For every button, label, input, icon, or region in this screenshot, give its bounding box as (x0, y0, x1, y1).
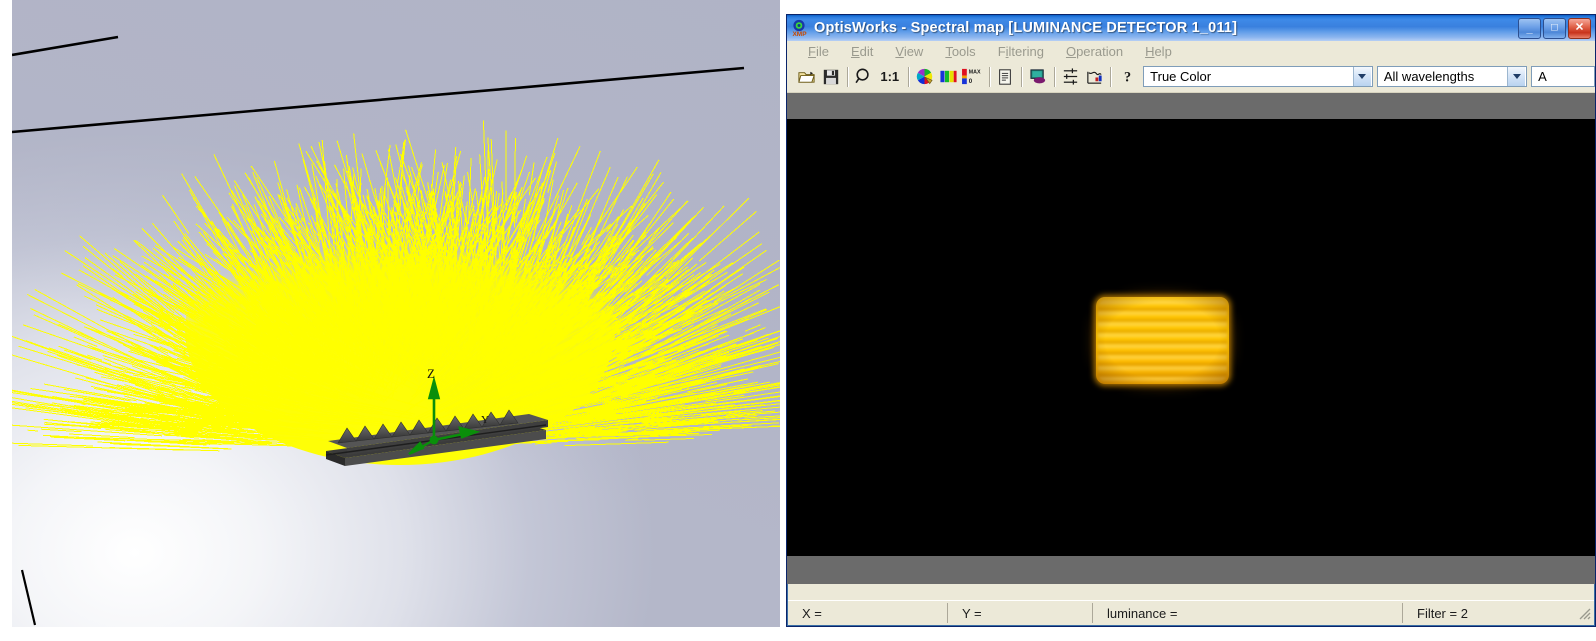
canvas-bottom-band (787, 556, 1595, 584)
raytrace-svg: Z Y (12, 35, 780, 626)
toolbar-separator-1 (846, 66, 848, 87)
status-x: X = (788, 603, 948, 623)
maximize-glyph: □ (1551, 21, 1558, 34)
one-to-one-label[interactable]: 1:1 (875, 69, 904, 84)
save-icon[interactable] (819, 64, 843, 89)
toolbar-separator-3 (988, 66, 990, 87)
help-icon[interactable]: ? (1115, 64, 1139, 89)
resize-grip-icon[interactable] (1576, 605, 1592, 621)
window-titlebar[interactable]: XMP OptisWorks - Spectral map [LUMINANCE… (787, 15, 1595, 41)
status-y: Y = (948, 603, 1093, 623)
color-mode-value: True Color (1150, 69, 1212, 84)
rgb-bars-icon[interactable] (937, 64, 961, 89)
wavelength-value: All wavelengths (1383, 69, 1475, 84)
wavelength-select[interactable]: All wavelengths (1376, 66, 1528, 87)
chevron-down-icon-2[interactable] (1507, 67, 1526, 86)
graph-icon[interactable] (1083, 64, 1107, 89)
minimize-glyph: _ (1526, 23, 1533, 36)
menu-tools[interactable]: Tools (934, 43, 986, 60)
extra-select[interactable]: A (1531, 66, 1595, 87)
menu-edit[interactable]: Edit (840, 43, 884, 60)
svg-text:0: 0 (969, 78, 973, 85)
report-icon[interactable] (993, 64, 1017, 89)
optisworks-window: XMP OptisWorks - Spectral map [LUMINANCE… (786, 14, 1596, 627)
svg-text:XMP: XMP (792, 31, 807, 37)
statusbar: X = Y = luminance = Filter = 2 (788, 600, 1594, 625)
max-min-scale-icon[interactable]: MAX 0 (961, 64, 985, 89)
menubar: File Edit View Tools Filtering Operation… (787, 41, 1595, 61)
color-mode-select[interactable]: True Color (1143, 66, 1373, 87)
luminance-spot-edge-falloff (1096, 297, 1229, 384)
axis-z-label: Z (427, 366, 435, 381)
svg-text:?: ? (1124, 69, 1131, 85)
chevron-down-icon-1[interactable] (1352, 67, 1371, 86)
svg-text:MAX: MAX (969, 70, 981, 76)
status-filter: Filter = 2 (1417, 605, 1468, 621)
viewport-bottom-margin (0, 627, 780, 641)
toolbar-separator-6 (1110, 66, 1112, 87)
display-icon[interactable] (1026, 64, 1050, 89)
zoom-icon[interactable] (852, 64, 876, 89)
luminance-spot (1087, 288, 1238, 393)
menu-operation[interactable]: Operation (1055, 43, 1134, 60)
raytrace-3d-viewport[interactable]: Z Y (0, 0, 780, 641)
optisworks-xmp-icon: XMP (791, 19, 809, 38)
open-icon[interactable] (795, 64, 819, 89)
maximize-button[interactable]: □ (1543, 17, 1566, 39)
menu-file[interactable]: File (797, 43, 840, 60)
screenshot-root: Z Y XMP OptisWorks - Spectral map [LUMIN… (0, 0, 1596, 641)
toolbar-separator-5 (1053, 66, 1055, 87)
levels-icon[interactable] (1059, 64, 1083, 89)
color-palette-icon[interactable] (913, 64, 937, 89)
spectral-map-canvas[interactable] (787, 119, 1595, 556)
close-glyph: ✕ (1574, 21, 1585, 34)
menu-view[interactable]: View (884, 43, 934, 60)
extra-value: A (1538, 69, 1547, 84)
menu-help[interactable]: Help (1134, 43, 1183, 60)
toolbar-separator-2 (908, 66, 910, 87)
canvas-top-band (787, 93, 1595, 119)
axis-origin (429, 435, 439, 445)
toolbar: 1:1 MAX 0 ? True Color All wavelengths A (787, 61, 1595, 93)
status-luminance: luminance = (1093, 603, 1403, 623)
window-controls: _ □ ✕ (1518, 17, 1593, 39)
axis-y-label: Y (481, 414, 489, 426)
window-title: OptisWorks - Spectral map [LUMINANCE DET… (814, 20, 1238, 36)
toolbar-separator-4 (1021, 66, 1023, 87)
close-button[interactable]: ✕ (1568, 17, 1591, 39)
minimize-button[interactable]: _ (1518, 17, 1541, 39)
menu-filtering[interactable]: Filtering (987, 43, 1055, 60)
viewport-left-margin (0, 0, 12, 641)
